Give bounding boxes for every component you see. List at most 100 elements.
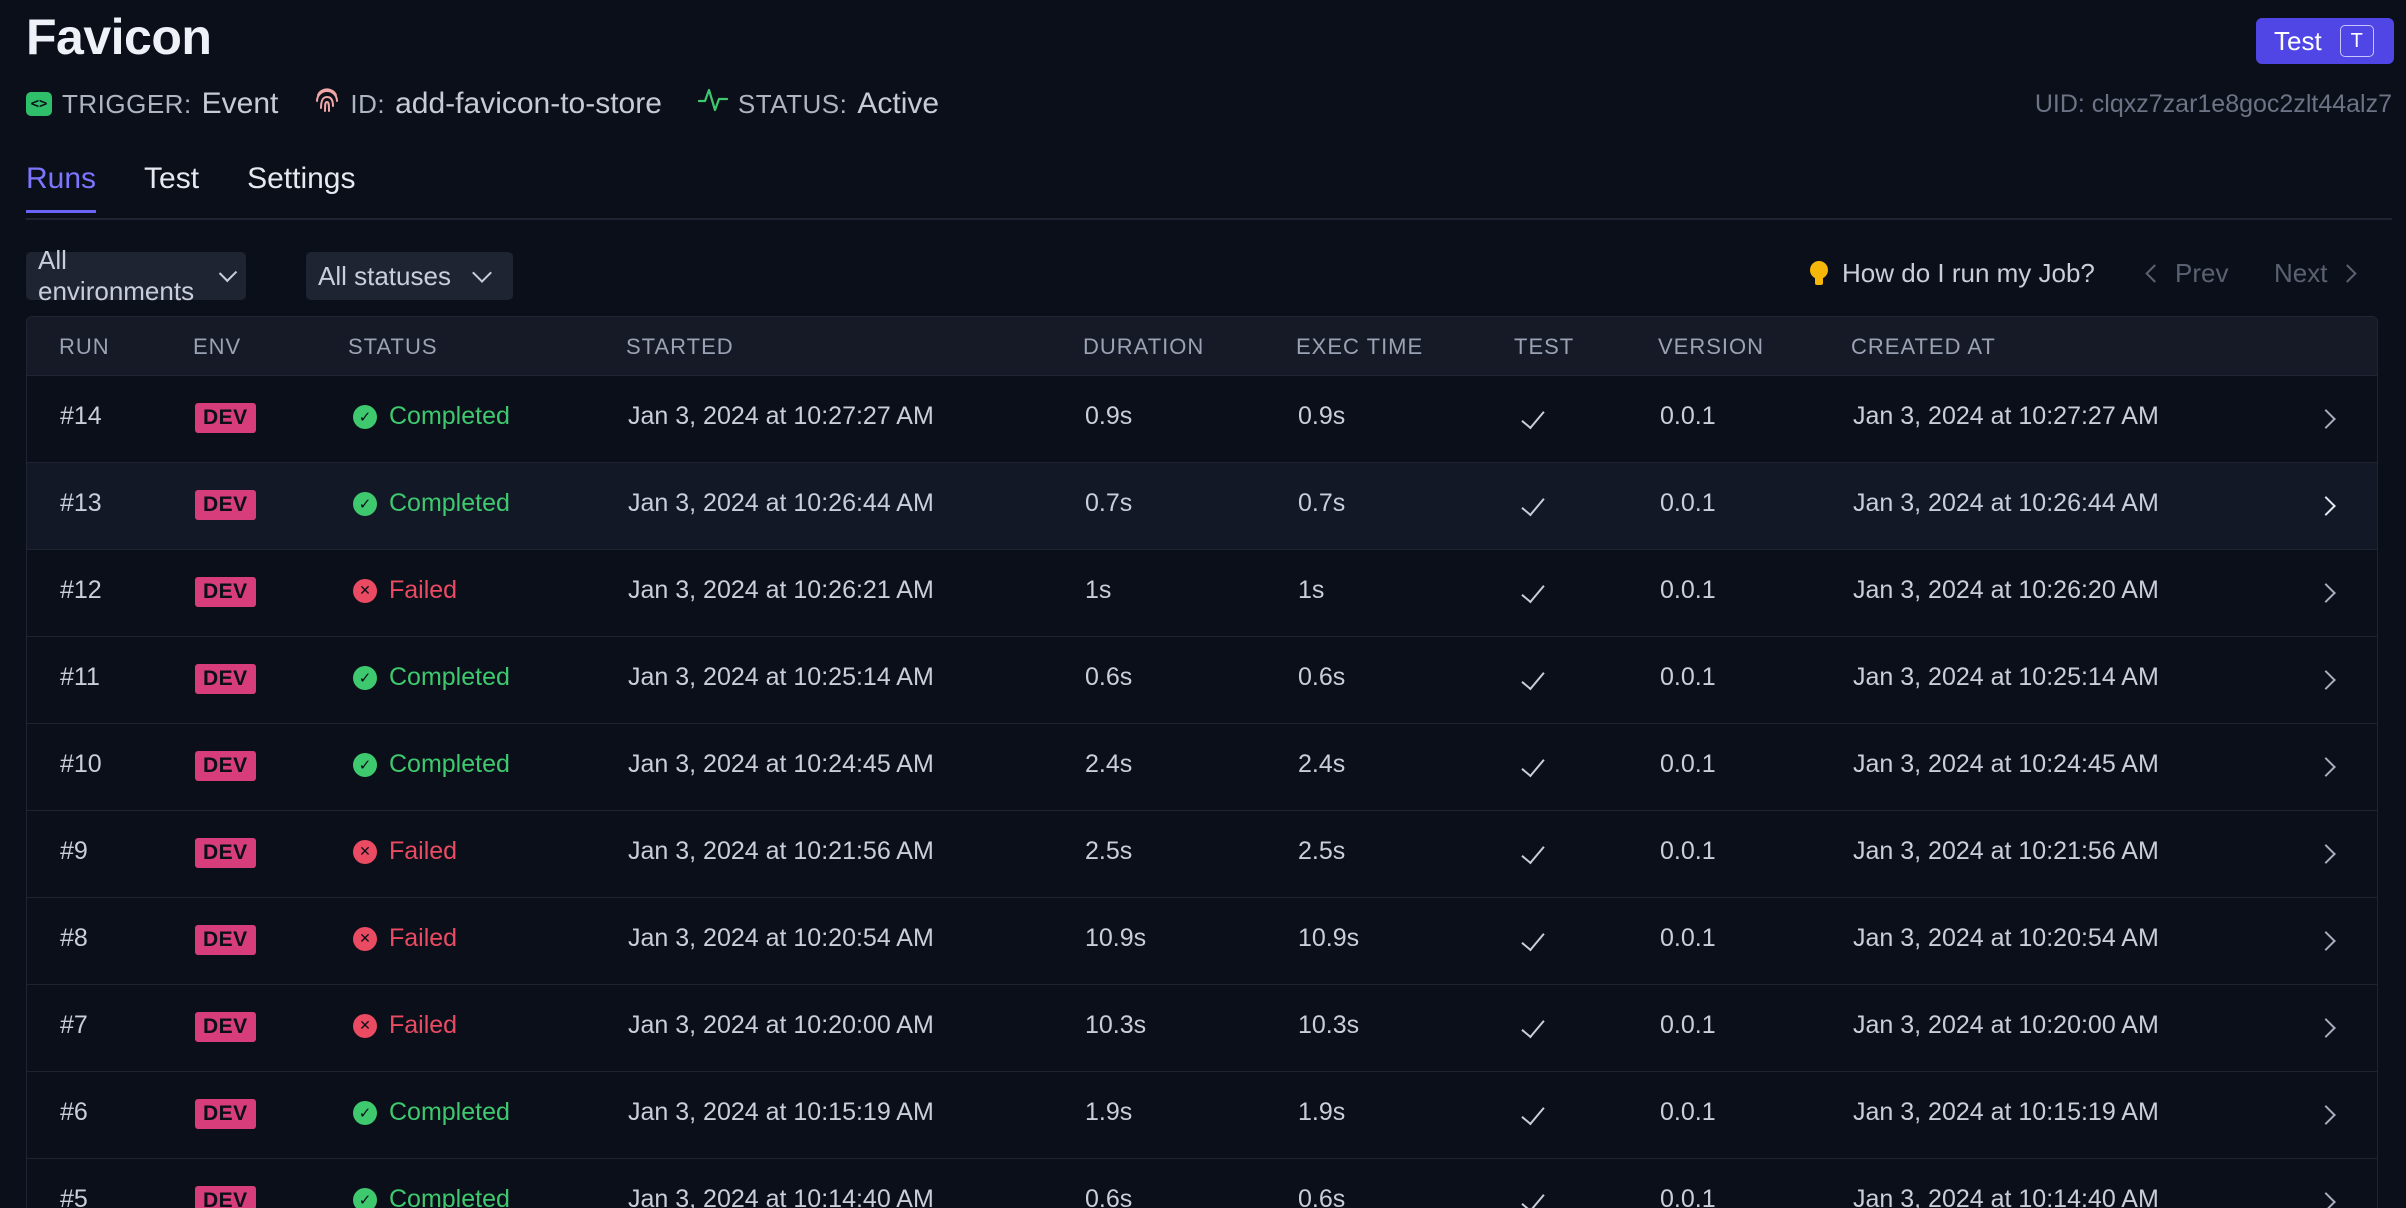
code-icon: <> — [26, 92, 52, 116]
table-row[interactable]: #10 DEV ✓ Completed Jan 3, 2024 at 10:24:45 … — [27, 724, 2377, 811]
exec-time: 2.5s — [1298, 837, 1346, 865]
env-badge: DEV — [195, 925, 256, 955]
run-status-label: Completed — [389, 402, 510, 430]
table-row[interactable]: #7 DEV ✕ Failed Jan 3, 2024 at 10:20:00 AM 10… — [27, 985, 2377, 1072]
started-at: Jan 3, 2024 at 10:14:40 AM — [628, 1185, 934, 1208]
env-badge: DEV — [195, 577, 256, 607]
x-circle-icon: ✕ — [353, 839, 377, 864]
table-row[interactable]: #9 DEV ✕ Failed Jan 3, 2024 at 10:21:56 AM 2.… — [27, 811, 2377, 898]
created-at: Jan 3, 2024 at 10:20:00 AM — [1853, 1011, 2159, 1039]
run-status-label: Failed — [389, 1011, 458, 1039]
duration: 10.9s — [1085, 924, 1147, 952]
tabs-divider — [26, 218, 2392, 220]
env-badge: DEV — [195, 1186, 256, 1208]
chevron-right-icon[interactable] — [2316, 1192, 2336, 1208]
id-key: ID: — [350, 88, 386, 119]
chevron-right-icon[interactable] — [2316, 670, 2336, 690]
help-link[interactable]: How do I run my Job? — [1810, 258, 2095, 289]
run-number: #12 — [60, 576, 102, 604]
run-number: #13 — [60, 489, 102, 517]
run-number: #5 — [60, 1185, 88, 1208]
chevron-right-icon[interactable] — [2316, 931, 2336, 951]
tab-runs[interactable]: Runs — [26, 162, 97, 213]
exec-time: 2.4s — [1298, 750, 1346, 778]
column-header-version: VERSION — [1658, 334, 1765, 359]
status-filter[interactable]: All statuses — [306, 252, 513, 300]
version: 0.0.1 — [1660, 924, 1716, 952]
run-status: ✓ Completed — [353, 489, 510, 518]
column-header-exec-time: EXEC TIME — [1296, 334, 1424, 359]
started-at: Jan 3, 2024 at 10:26:44 AM — [628, 489, 934, 517]
exec-time: 1s — [1298, 576, 1325, 604]
table-row[interactable]: #13 DEV ✓ Completed Jan 3, 2024 at 10:26:44 … — [27, 463, 2377, 550]
run-status: ✓ Completed — [353, 663, 510, 692]
created-at: Jan 3, 2024 at 10:26:20 AM — [1853, 576, 2159, 604]
chevron-right-icon — [2338, 264, 2358, 283]
checkmark-icon — [1521, 752, 1545, 778]
page-title: Favicon — [26, 9, 212, 65]
table-row[interactable]: #12 DEV ✕ Failed Jan 3, 2024 at 10:26:21 AM 1… — [27, 550, 2377, 637]
chevron-right-icon[interactable] — [2316, 1018, 2336, 1038]
chevron-down-icon — [472, 263, 492, 283]
started-at: Jan 3, 2024 at 10:20:54 AM — [628, 924, 934, 952]
table-row[interactable]: #8 DEV ✕ Failed Jan 3, 2024 at 10:20:54 AM 10… — [27, 898, 2377, 985]
tab-test[interactable]: Test — [144, 162, 199, 213]
exec-time: 10.3s — [1298, 1011, 1360, 1039]
trigger-key: TRIGGER: — [62, 88, 192, 119]
checkmark-icon — [1521, 1013, 1545, 1039]
prev-button[interactable]: Prev — [2145, 258, 2228, 289]
chevron-right-icon[interactable] — [2316, 409, 2336, 429]
column-header-created-at: CREATED AT — [1851, 334, 1996, 359]
column-header-duration: DURATION — [1083, 334, 1205, 359]
run-status: ✓ Completed — [353, 750, 510, 779]
table-row[interactable]: #11 DEV ✓ Completed Jan 3, 2024 at 10:25:14 … — [27, 637, 2377, 724]
runs-table: RUN ENV STATUS STARTED DURATION EXEC TIM… — [26, 316, 2378, 1208]
version: 0.0.1 — [1660, 1098, 1716, 1126]
table-row[interactable]: #14 DEV ✓ Completed Jan 3, 2024 at 10:27:27 … — [27, 376, 2377, 463]
chevron-right-icon[interactable] — [2316, 496, 2336, 516]
created-at: Jan 3, 2024 at 10:24:45 AM — [1853, 750, 2159, 778]
chevron-right-icon[interactable] — [2316, 757, 2336, 777]
checkmark-icon — [1521, 926, 1545, 952]
table-row[interactable]: #6 DEV ✓ Completed Jan 3, 2024 at 10:15:19 A… — [27, 1072, 2377, 1159]
id-value: add-favicon-to-store — [395, 87, 662, 120]
table-body: #14 DEV ✓ Completed Jan 3, 2024 at 10:27:27 … — [27, 376, 2377, 1208]
check-circle-icon: ✓ — [353, 752, 377, 777]
run-number: #10 — [60, 750, 102, 778]
check-circle-icon: ✓ — [353, 404, 377, 429]
chevron-right-icon[interactable] — [2316, 844, 2336, 864]
chevron-right-icon[interactable] — [2316, 1105, 2336, 1125]
duration: 1s — [1085, 576, 1112, 604]
test-button-label: Test — [2274, 25, 2322, 56]
tab-settings[interactable]: Settings — [247, 162, 355, 213]
run-status: ✓ Completed — [353, 1098, 510, 1127]
started-at: Jan 3, 2024 at 10:26:21 AM — [628, 576, 934, 604]
created-at: Jan 3, 2024 at 10:27:27 AM — [1853, 402, 2159, 430]
env-badge: DEV — [195, 1012, 256, 1042]
version: 0.0.1 — [1660, 837, 1716, 865]
x-circle-icon: ✕ — [353, 578, 377, 603]
check-circle-icon: ✓ — [353, 1187, 377, 1208]
chevron-right-icon[interactable] — [2316, 583, 2336, 603]
version: 0.0.1 — [1660, 576, 1716, 604]
chevron-down-icon — [218, 263, 238, 283]
started-at: Jan 3, 2024 at 10:15:19 AM — [628, 1098, 934, 1126]
run-number: #6 — [60, 1098, 88, 1126]
version: 0.0.1 — [1660, 1185, 1716, 1208]
environment-filter[interactable]: All environments — [26, 245, 246, 306]
checkmark-icon — [1521, 578, 1545, 604]
created-at: Jan 3, 2024 at 10:21:56 AM — [1853, 837, 2159, 865]
x-circle-icon: ✕ — [353, 1013, 377, 1038]
exec-time: 0.9s — [1298, 402, 1346, 430]
version: 0.0.1 — [1660, 402, 1716, 430]
started-at: Jan 3, 2024 at 10:24:45 AM — [628, 750, 934, 778]
run-number: #14 — [60, 402, 102, 430]
checkmark-icon — [1521, 491, 1545, 517]
created-at: Jan 3, 2024 at 10:26:44 AM — [1853, 489, 2159, 517]
run-number: #7 — [60, 1011, 88, 1039]
table-row[interactable]: #5 DEV ✓ Completed Jan 3, 2024 at 10:14:40 A… — [27, 1159, 2377, 1208]
test-button[interactable]: Test T — [2256, 18, 2394, 64]
run-status-label: Completed — [389, 663, 510, 691]
column-header-run: RUN — [59, 334, 110, 359]
next-button[interactable]: Next — [2274, 258, 2358, 289]
